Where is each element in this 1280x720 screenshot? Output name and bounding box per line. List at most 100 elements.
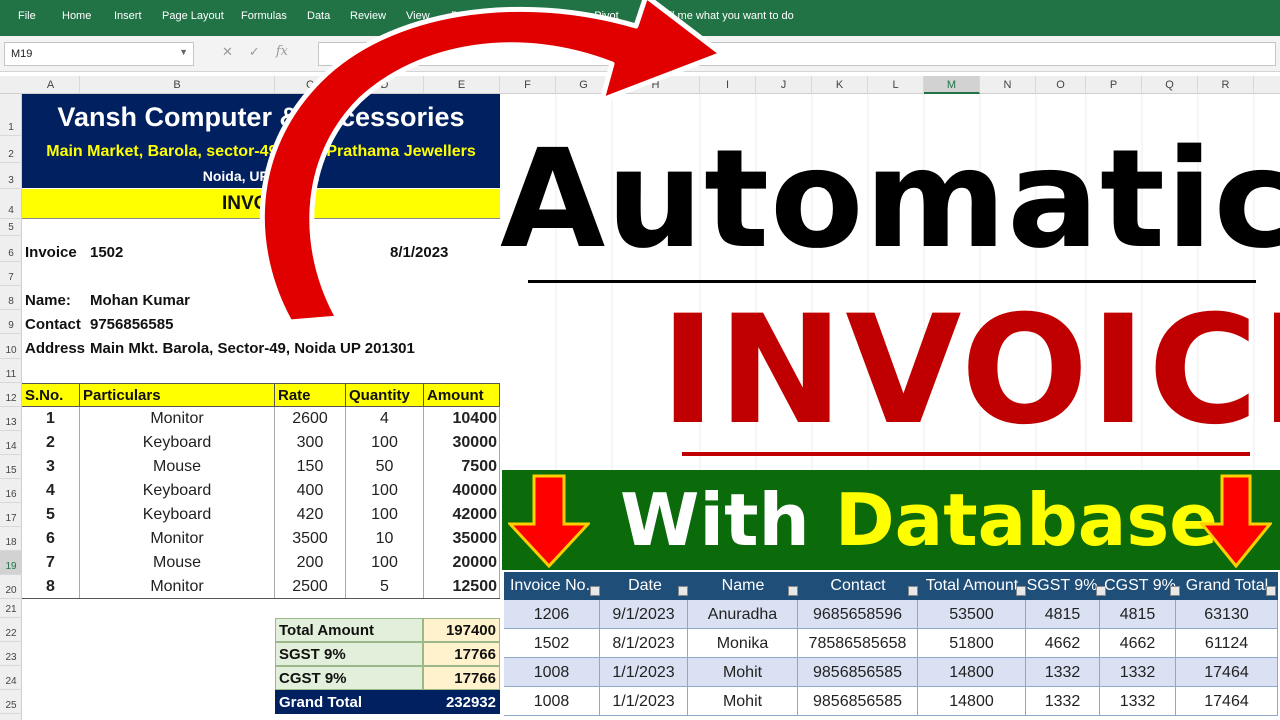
tell-me-box[interactable]: Tell me what you want to do <box>642 9 794 23</box>
table-row[interactable]: 4 Keyboard 400 100 40000 <box>22 479 500 503</box>
table-row[interactable]: 7 Mouse 200 100 20000 <box>22 551 500 575</box>
filter-dropdown-icon[interactable] <box>1266 586 1276 596</box>
cell-rate: 3500 <box>275 527 346 551</box>
row-header[interactable]: 23 <box>0 642 22 666</box>
db-header-grand-total[interactable]: Grand Total <box>1180 572 1274 600</box>
column-header[interactable]: F <box>500 76 556 94</box>
db-header-cgst[interactable]: CGST 9% <box>1104 572 1176 600</box>
row-header[interactable]: 15 <box>0 455 22 479</box>
row-header[interactable]: 14 <box>0 431 22 455</box>
column-header[interactable]: E <box>424 76 500 94</box>
row-header[interactable]: 24 <box>0 666 22 690</box>
tab-formulas[interactable]: Formulas <box>241 10 287 22</box>
date-value[interactable]: 8/1/2023 <box>390 244 448 261</box>
column-header[interactable]: A <box>22 76 80 94</box>
tab-page-layout[interactable]: Page Layout <box>162 10 224 22</box>
row-header[interactable]: 25 <box>0 690 22 714</box>
tab-file[interactable]: File <box>18 10 36 22</box>
table-row[interactable]: 3 Mouse 150 50 7500 <box>22 455 500 479</box>
column-header[interactable]: O <box>1036 76 1086 94</box>
row-header[interactable]: 7 <box>0 262 22 286</box>
db-header-total-amount[interactable]: Total Amount <box>918 572 1026 600</box>
formula-input[interactable] <box>318 42 1276 66</box>
column-header[interactable]: K <box>812 76 868 94</box>
table-row[interactable]: 6 Monitor 3500 10 35000 <box>22 527 500 551</box>
chevron-down-icon[interactable]: ▼ <box>179 47 188 57</box>
row-header[interactable]: 5 <box>0 219 22 236</box>
table-row[interactable]: 1502 8/1/2023 Monika 78586585658 51800 4… <box>504 629 1278 658</box>
row-header[interactable]: 1 <box>0 94 22 136</box>
column-header[interactable]: H <box>612 76 700 94</box>
customer-contact[interactable]: 9756856585 <box>90 316 173 333</box>
table-row[interactable]: 1 Monitor 2600 4 10400 <box>22 407 500 431</box>
filter-dropdown-icon[interactable] <box>1170 586 1180 596</box>
db-header-sgst[interactable]: SGST 9% <box>1026 572 1098 600</box>
column-header[interactable]: D <box>346 76 424 94</box>
column-header[interactable]: R <box>1198 76 1254 94</box>
tab-review[interactable]: Review <box>350 10 386 22</box>
cell-particular: Mouse <box>80 551 275 575</box>
table-row[interactable]: 1008 1/1/2023 Mohit 9856856585 14800 133… <box>504 658 1278 687</box>
row-header[interactable]: 16 <box>0 479 22 503</box>
filter-dropdown-icon[interactable] <box>788 586 798 596</box>
row-header[interactable]: 17 <box>0 503 22 527</box>
cell-rate: 420 <box>275 503 346 527</box>
customer-address[interactable]: Main Mkt. Barola, Sector-49, Noida UP 20… <box>90 340 415 357</box>
table-row[interactable]: 1008 1/1/2023 Mohit 9856856585 14800 133… <box>504 687 1278 716</box>
db-header-invoice-no[interactable]: Invoice No. <box>504 572 596 600</box>
name-box[interactable]: M19 ▼ <box>4 42 194 66</box>
column-header[interactable]: L <box>868 76 924 94</box>
tab-home[interactable]: Home <box>62 10 91 22</box>
filter-dropdown-icon[interactable] <box>908 586 918 596</box>
row-header[interactable]: 4 <box>0 189 22 219</box>
cancel-icon[interactable]: ✕ <box>222 44 233 60</box>
row-header[interactable]: 3 <box>0 163 22 189</box>
row-header[interactable]: 2 <box>0 136 22 163</box>
column-header[interactable]: G <box>556 76 612 94</box>
tab-data[interactable]: Data <box>307 10 330 22</box>
filter-dropdown-icon[interactable] <box>678 586 688 596</box>
db-header-date[interactable]: Date <box>602 572 688 600</box>
row-header-active[interactable]: 19 <box>0 551 22 575</box>
db-header-contact[interactable]: Contact <box>798 572 918 600</box>
table-row[interactable]: 8 Monitor 2500 5 12500 <box>22 575 500 599</box>
table-row[interactable]: 1206 9/1/2023 Anuradha 9685658596 53500 … <box>504 600 1278 629</box>
column-header-active[interactable]: M <box>924 76 980 94</box>
row-header[interactable]: 6 <box>0 236 22 262</box>
filter-dropdown-icon[interactable] <box>1016 586 1026 596</box>
tab-power-pivot[interactable]: Power Pivot <box>560 10 619 22</box>
row-header[interactable]: 13 <box>0 407 22 431</box>
tab-view[interactable]: View <box>406 10 430 22</box>
column-header[interactable]: I <box>700 76 756 94</box>
row-header[interactable]: 10 <box>0 334 22 359</box>
column-header[interactable]: J <box>756 76 812 94</box>
row-header[interactable]: 11 <box>0 359 22 383</box>
cell-sno: 8 <box>22 575 80 599</box>
row-header[interactable]: 21 <box>0 599 22 618</box>
tab-insert[interactable]: Insert <box>114 10 142 22</box>
column-header[interactable]: B <box>80 76 275 94</box>
column-header[interactable]: P <box>1086 76 1142 94</box>
banner-automatic: Automatic <box>500 121 1280 279</box>
column-header[interactable]: C <box>275 76 346 94</box>
row-header[interactable]: 8 <box>0 286 22 310</box>
table-row[interactable]: 5 Keyboard 420 100 42000 <box>22 503 500 527</box>
row-header[interactable]: 18 <box>0 527 22 551</box>
table-row[interactable]: 2 Keyboard 300 100 30000 <box>22 431 500 455</box>
db-header-name[interactable]: Name <box>688 572 798 600</box>
customer-name[interactable]: Mohan Kumar <box>90 292 190 309</box>
row-header[interactable]: 12 <box>0 383 22 407</box>
filter-dropdown-icon[interactable] <box>590 586 600 596</box>
insert-function-icon[interactable]: fx <box>276 44 288 60</box>
column-headers: A B C D E F G H I J K L M N O P Q R <box>0 76 1280 94</box>
row-header[interactable]: 9 <box>0 310 22 334</box>
row-header[interactable]: 20 <box>0 575 22 599</box>
column-header[interactable]: N <box>980 76 1036 94</box>
db-cell: 1332 <box>1100 658 1176 687</box>
invoice-no-value[interactable]: 1502 <box>90 244 123 261</box>
enter-icon[interactable]: ✓ <box>249 44 260 60</box>
row-header[interactable]: 22 <box>0 618 22 642</box>
tab-developer[interactable]: Developer <box>451 10 501 22</box>
column-header[interactable]: Q <box>1142 76 1198 94</box>
db-cell: 78586585658 <box>798 629 918 658</box>
